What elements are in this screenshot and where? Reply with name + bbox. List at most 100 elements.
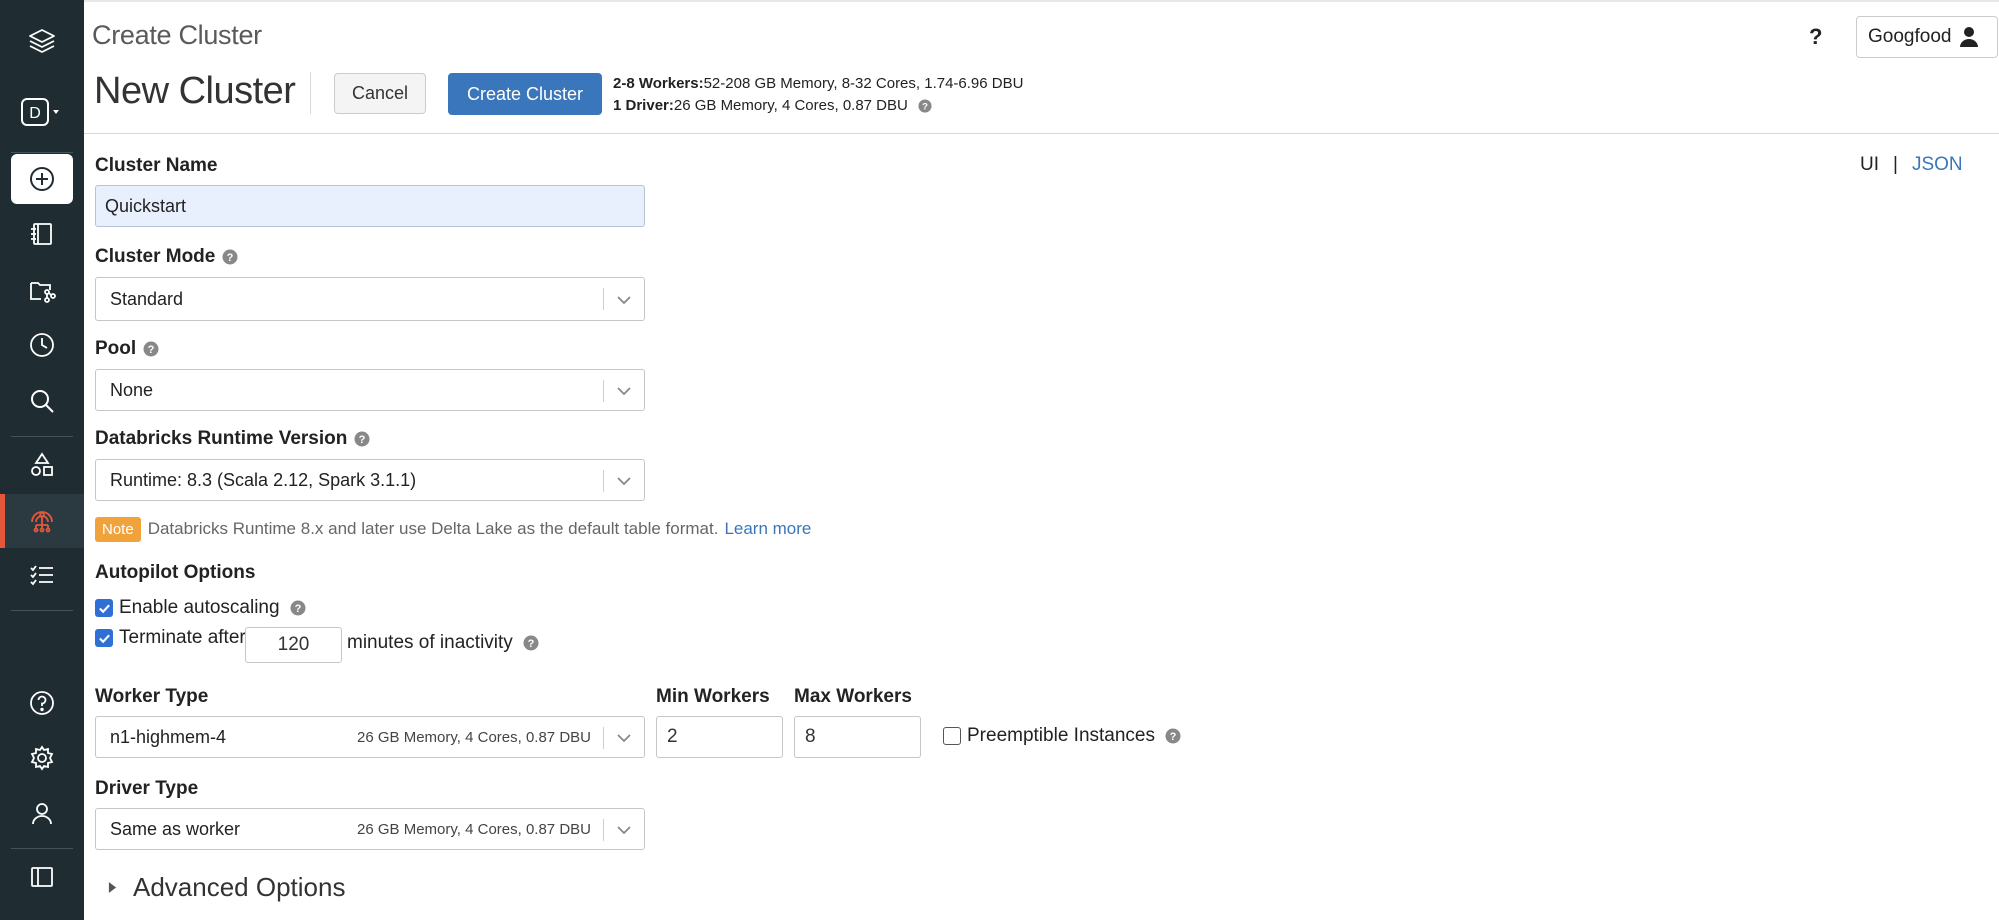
settings-icon[interactable] (0, 731, 84, 785)
svg-text:?: ? (359, 434, 366, 446)
autopilot-label: Autopilot Options (95, 562, 255, 584)
note-text: Databricks Runtime 8.x and later use Del… (147, 519, 719, 538)
breadcrumb[interactable]: Create Cluster (92, 20, 262, 51)
cluster-mode-label: Cluster Mode ? (95, 246, 238, 268)
help-icon[interactable] (0, 676, 84, 730)
json-view-tab[interactable]: JSON (1912, 154, 1963, 175)
max-workers-label-text: Max Workers (794, 686, 912, 707)
driver-summary: 1 Driver: 26 GB Memory, 4 Cores, 0.87 DBU… (613, 95, 1023, 117)
svg-text:?: ? (922, 102, 928, 113)
advanced-options-toggle[interactable]: Advanced Options (108, 872, 345, 903)
max-workers-label: Max Workers (794, 686, 912, 708)
driver-type-label-text: Driver Type (95, 778, 199, 799)
chevron-down-icon (617, 734, 631, 743)
cluster-name-input[interactable]: Quickstart (95, 185, 645, 227)
runtime-value: Runtime: 8.3 (Scala 2.12, Spark 3.1.1) (110, 469, 417, 490)
shapes-icon[interactable] (0, 438, 84, 492)
runtime-label: Databricks Runtime Version ? (95, 428, 370, 450)
cluster-name-label: Cluster Name (95, 155, 218, 177)
jobs-icon[interactable] (0, 548, 84, 602)
question-circle-icon[interactable]: ? (918, 99, 932, 113)
min-workers-label: Min Workers (656, 686, 770, 708)
terminate-label: Terminate after (119, 627, 246, 648)
cluster-name-label-text: Cluster Name (95, 155, 218, 176)
sidebar-divider (11, 152, 73, 153)
terminate-checkbox[interactable] (95, 629, 113, 647)
sidebar: D (0, 0, 84, 920)
terminate-suffix-row: minutes of inactivity ? (347, 632, 539, 654)
worker-type-meta: 26 GB Memory, 4 Cores, 0.87 DBU (357, 728, 591, 746)
pool-value: None (110, 379, 154, 400)
driver-type-select[interactable]: Same as worker 26 GB Memory, 4 Cores, 0.… (95, 808, 645, 850)
autopilot-label-text: Autopilot Options (95, 562, 256, 583)
title-divider (310, 72, 311, 114)
sidebar-divider (11, 848, 73, 849)
workers-summary: 2-8 Workers:52-208 GB Memory, 8-32 Cores… (613, 73, 1023, 95)
chevron-down-icon (617, 477, 631, 486)
layers-logo-icon[interactable] (0, 14, 84, 68)
user-menu-button[interactable]: Googfood (1856, 16, 1998, 58)
driver-type-label: Driver Type (95, 778, 198, 800)
select-divider (603, 288, 604, 310)
learn-more-link[interactable]: Learn more (724, 519, 811, 539)
preemptible-option: Preemptible Instances ? (943, 725, 1181, 747)
cluster-mode-value: Standard (110, 288, 184, 309)
sidebar-divider (11, 610, 73, 611)
cluster-mode-label-text: Cluster Mode (95, 246, 216, 267)
create-cluster-button[interactable]: Create Cluster (448, 73, 602, 115)
page-title: New Cluster (94, 70, 296, 112)
view-toggle: UI | JSON (1860, 154, 1963, 176)
search-icon[interactable] (0, 374, 84, 428)
pool-label-text: Pool (95, 338, 137, 359)
driver-summary-label: 1 Driver: (613, 97, 674, 114)
driver-summary-text: 26 GB Memory, 4 Cores, 0.87 DBU (673, 97, 908, 114)
autoscaling-option: Enable autoscaling ? (95, 597, 306, 619)
workers-summary-text: 52-208 GB Memory, 8-32 Cores, 1.74-6.96 … (703, 75, 1024, 92)
svg-text:?: ? (294, 603, 301, 615)
page-header: Create Cluster New Cluster Cancel Create… (84, 2, 1999, 134)
question-circle-icon[interactable]: ? (1165, 728, 1181, 744)
terminate-suffix: minutes of inactivity (347, 632, 513, 653)
sidebar-toggle-icon[interactable] (0, 850, 84, 904)
account-icon[interactable] (0, 787, 84, 841)
recents-icon[interactable] (0, 318, 84, 372)
min-workers-input[interactable]: 2 (656, 716, 783, 758)
runtime-note: Note Databricks Runtime 8.x and later us… (95, 515, 811, 543)
workspace-switcher[interactable]: D (20, 95, 68, 131)
svg-text:?: ? (527, 638, 534, 650)
pool-select[interactable]: None (95, 369, 645, 411)
svg-text:?: ? (148, 344, 155, 356)
question-circle-icon[interactable]: ? (143, 341, 159, 357)
cancel-button[interactable]: Cancel (334, 73, 426, 114)
caret-right-icon (108, 882, 117, 893)
select-divider (603, 819, 604, 841)
repos-icon[interactable] (0, 263, 84, 317)
question-circle-icon[interactable]: ? (523, 635, 539, 651)
question-circle-icon[interactable]: ? (354, 431, 370, 447)
compute-icon[interactable] (0, 494, 84, 548)
svg-text:?: ? (1170, 731, 1177, 743)
create-icon[interactable] (11, 154, 73, 204)
notebook-icon[interactable] (0, 207, 84, 261)
runtime-select[interactable]: Runtime: 8.3 (Scala 2.12, Spark 3.1.1) (95, 459, 645, 501)
cluster-mode-select[interactable]: Standard (95, 277, 645, 321)
autoscaling-checkbox[interactable] (95, 599, 113, 617)
select-divider (603, 727, 604, 749)
select-divider (603, 380, 604, 402)
preemptible-checkbox[interactable] (943, 727, 961, 745)
ui-view-tab[interactable]: UI (1860, 154, 1879, 175)
max-workers-input[interactable]: 8 (794, 716, 921, 758)
sidebar-divider (11, 436, 73, 437)
terminate-minutes-input[interactable]: 120 (245, 627, 342, 663)
workspace-letter: D (29, 105, 41, 122)
question-circle-icon[interactable]: ? (290, 600, 306, 616)
user-icon (1960, 27, 1979, 47)
worker-type-select[interactable]: n1-highmem-4 26 GB Memory, 4 Cores, 0.87… (95, 716, 645, 758)
min-workers-label-text: Min Workers (656, 686, 770, 707)
driver-type-value: Same as worker (110, 818, 241, 839)
preemptible-label: Preemptible Instances (967, 725, 1155, 746)
question-circle-icon[interactable]: ? (222, 249, 238, 265)
help-button[interactable]: ? (1809, 24, 1822, 50)
view-toggle-separator: | (1893, 154, 1898, 175)
select-divider (603, 470, 604, 492)
